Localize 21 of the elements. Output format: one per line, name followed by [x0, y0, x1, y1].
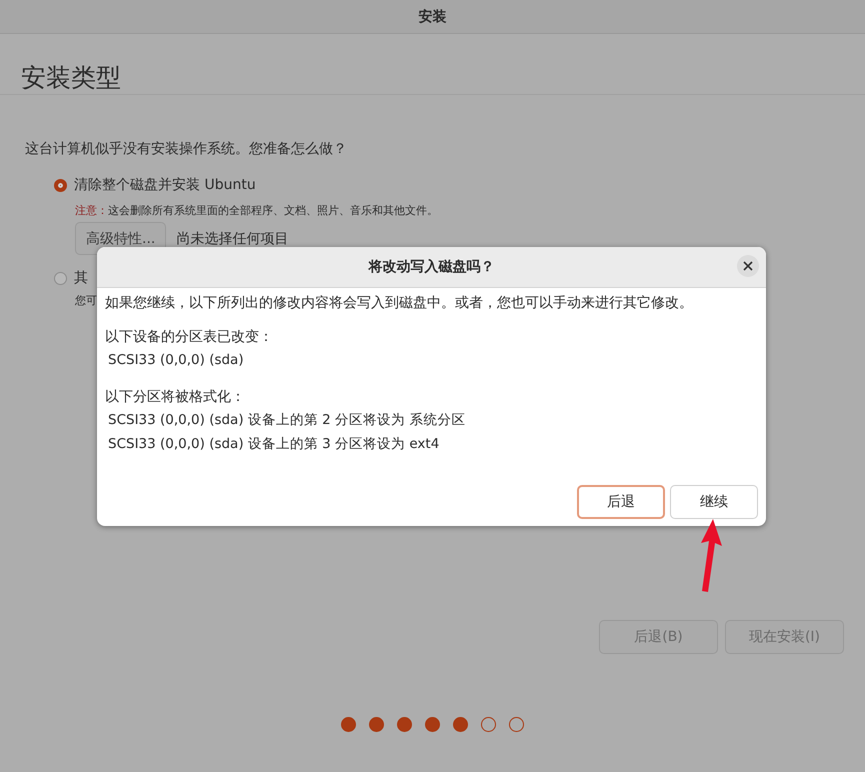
close-button[interactable]	[737, 255, 759, 277]
option-label: 清除整个磁盘并安装 Ubuntu	[74, 176, 256, 194]
change-item: SCSI33 (0,0,0) (sda)	[107, 351, 245, 370]
option-label: 其	[74, 269, 88, 287]
continue-button[interactable]: 继续	[670, 485, 758, 519]
close-icon	[743, 261, 753, 271]
question-text: 这台计算机似乎没有安装操作系统。您准备怎么做？	[24, 140, 348, 158]
page-heading: 安装类型	[20, 62, 122, 90]
dialog-message: 如果您继续，以下所列出的修改内容将会写入到磁盘中。或者，您也可以手动来进行其它修改。	[105, 294, 694, 312]
radio-button[interactable]	[54, 178, 67, 192]
option-description: 您可	[75, 293, 97, 308]
change-item: SCSI33 (0,0,0) (sda) 设备上的第 3 分区将设为 ext4	[107, 435, 440, 454]
back-button[interactable]: 后退	[577, 485, 665, 519]
dialog-title: 将改动写入磁盘吗？	[368, 258, 494, 276]
radio-button[interactable]	[54, 272, 67, 284]
section-heading: 以下设备的分区表已改变：	[105, 328, 274, 346]
status-text: 尚未选择任何项目	[176, 230, 288, 248]
warning-text: 注意：这会删除所有系统里面的全部程序、文档、照片、音乐和其他文件。	[75, 203, 439, 218]
window-title: 安装	[418, 8, 446, 26]
section-heading: 以下分区将被格式化：	[105, 388, 246, 406]
change-item: SCSI33 (0,0,0) (sda) 设备上的第 2 分区将设为 系统分区	[107, 411, 466, 430]
